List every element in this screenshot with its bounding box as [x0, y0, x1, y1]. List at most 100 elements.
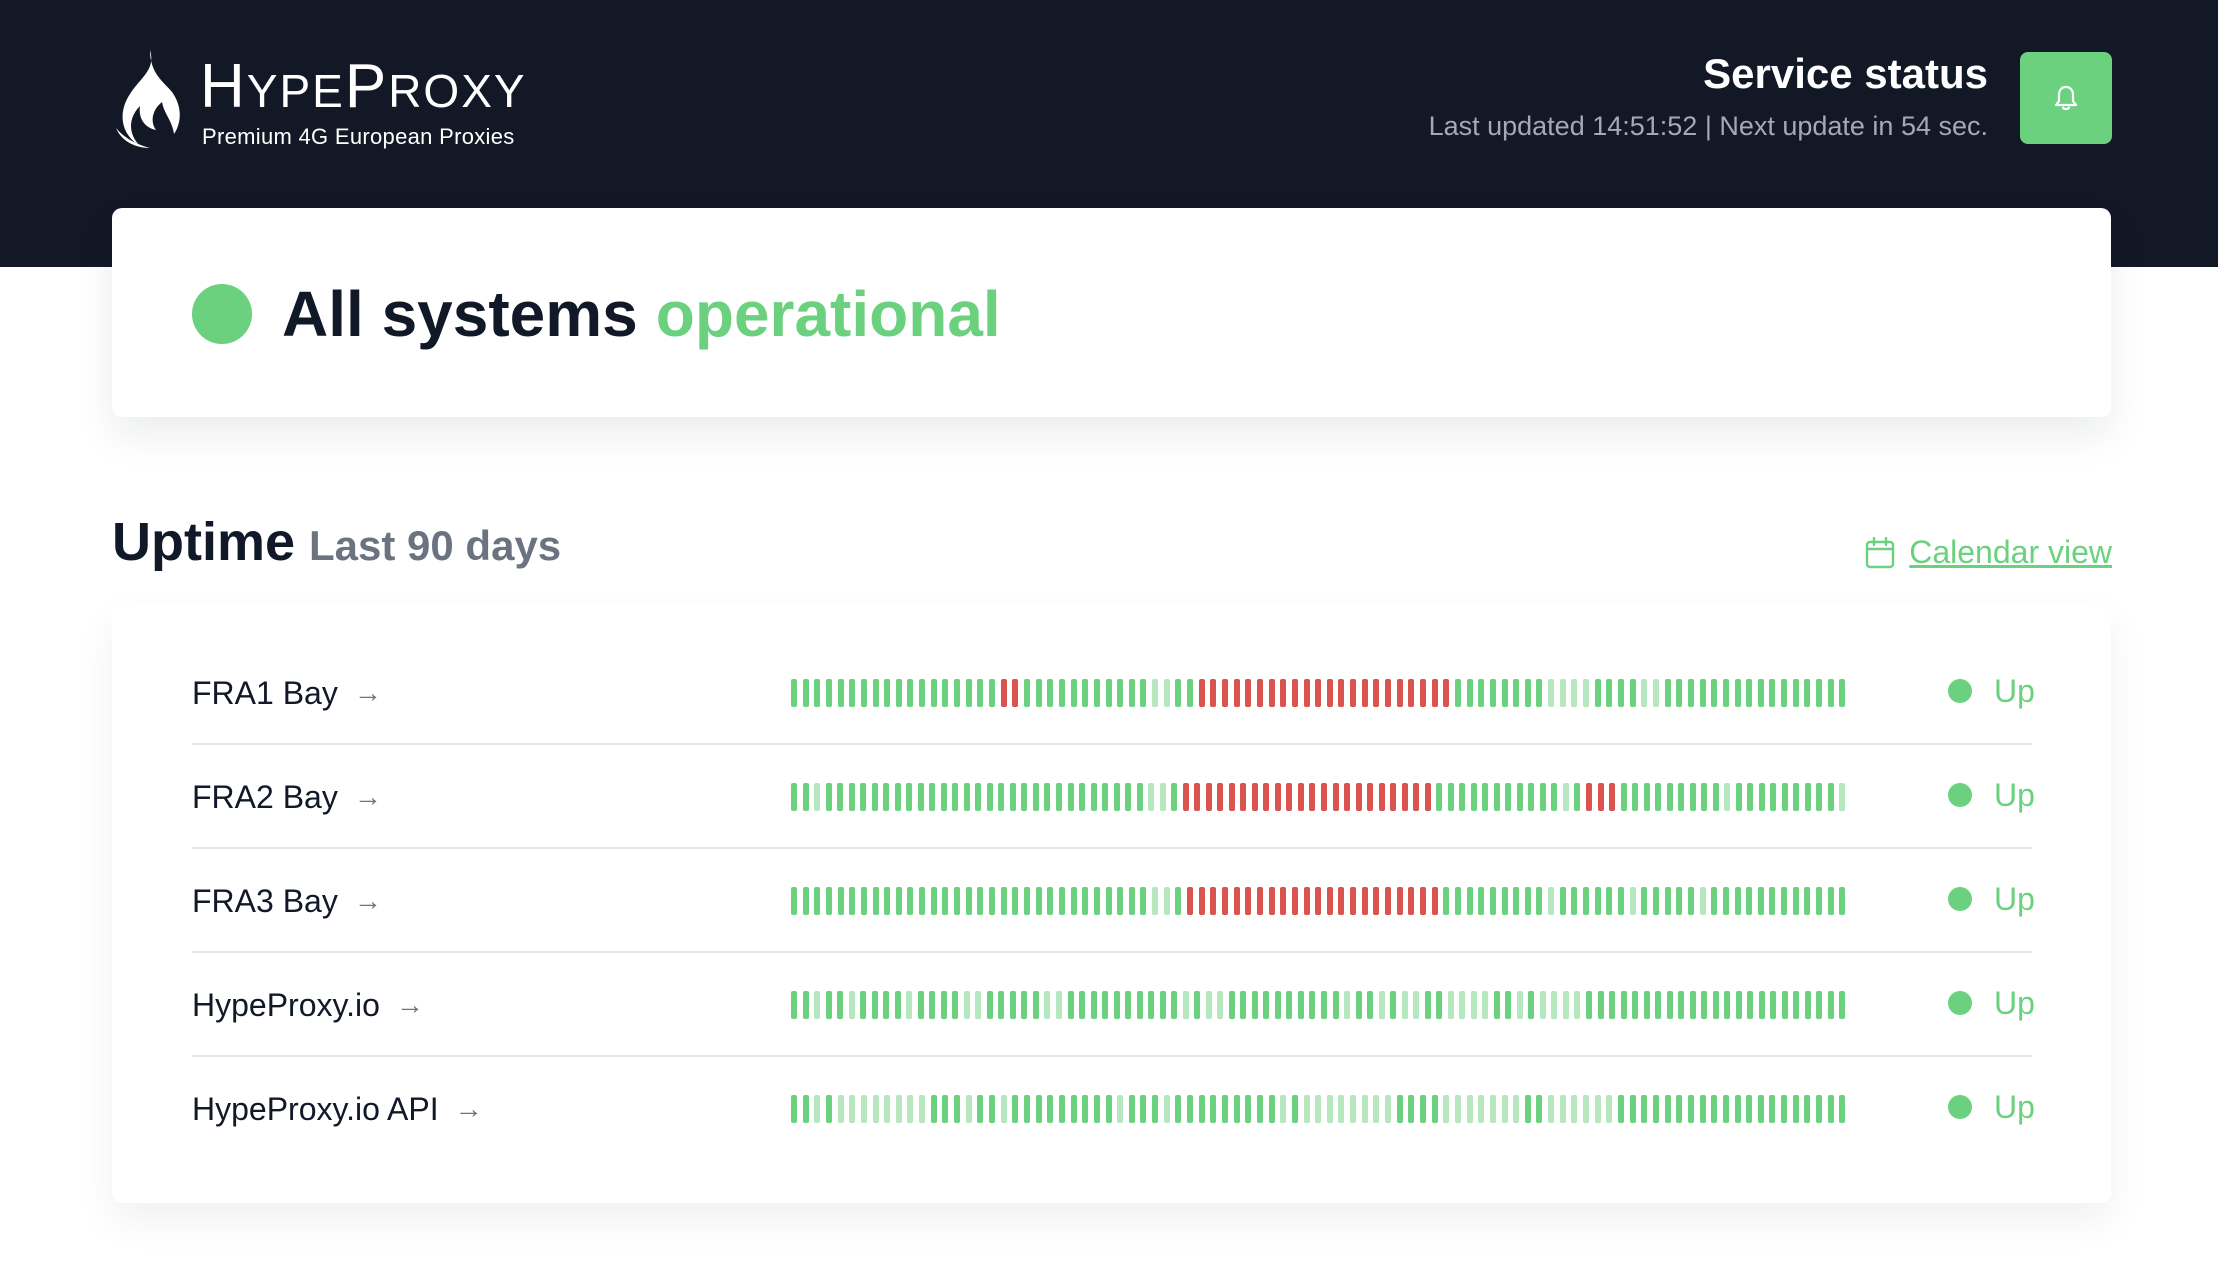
- day-bar-up[interactable]: [1093, 887, 1100, 915]
- day-bar-down[interactable]: [1268, 679, 1275, 707]
- day-bar-down[interactable]: [1385, 679, 1392, 707]
- day-bar-up[interactable]: [1804, 783, 1811, 811]
- day-bar-up[interactable]: [1454, 887, 1461, 915]
- day-bar-up[interactable]: [1746, 887, 1753, 915]
- day-bar-partial[interactable]: [1148, 783, 1155, 811]
- day-bar-up[interactable]: [1240, 991, 1247, 1019]
- day-bar-up[interactable]: [1493, 991, 1500, 1019]
- day-bar-down[interactable]: [1338, 887, 1345, 915]
- day-bar-down[interactable]: [1182, 783, 1189, 811]
- day-bar-up[interactable]: [1113, 991, 1120, 1019]
- day-bar-up[interactable]: [1687, 887, 1694, 915]
- day-bar-up[interactable]: [1367, 991, 1374, 1019]
- day-bar-up[interactable]: [998, 783, 1005, 811]
- day-bar-up[interactable]: [860, 783, 867, 811]
- day-bar-up[interactable]: [1501, 679, 1508, 707]
- day-bar-up[interactable]: [825, 991, 832, 1019]
- day-bar-up[interactable]: [930, 887, 937, 915]
- day-bar-up[interactable]: [1583, 887, 1590, 915]
- day-bar-up[interactable]: [1641, 1095, 1648, 1123]
- day-bar-partial[interactable]: [1466, 1095, 1473, 1123]
- day-bar-up[interactable]: [1493, 783, 1500, 811]
- day-bar-up[interactable]: [1712, 783, 1719, 811]
- day-bar-down[interactable]: [1210, 887, 1217, 915]
- day-bar-up[interactable]: [1816, 991, 1823, 1019]
- day-bar-down[interactable]: [1385, 887, 1392, 915]
- day-bar-down[interactable]: [1210, 679, 1217, 707]
- service-link[interactable]: FRA3 Bay →: [192, 881, 382, 921]
- day-bar-down[interactable]: [1256, 887, 1263, 915]
- day-bar-up[interactable]: [1701, 991, 1708, 1019]
- day-bar-up[interactable]: [1839, 1095, 1846, 1123]
- day-bar-up[interactable]: [1711, 887, 1718, 915]
- day-bar-up[interactable]: [1148, 991, 1155, 1019]
- day-bar-up[interactable]: [1781, 887, 1788, 915]
- day-bar-partial[interactable]: [1373, 1095, 1380, 1123]
- day-bar-up[interactable]: [1722, 1095, 1729, 1123]
- day-bar-down[interactable]: [1297, 783, 1304, 811]
- day-bar-down[interactable]: [1309, 783, 1316, 811]
- day-bar-partial[interactable]: [872, 1095, 879, 1123]
- day-bar-up[interactable]: [825, 887, 832, 915]
- day-bar-down[interactable]: [1217, 783, 1224, 811]
- day-bar-partial[interactable]: [1344, 991, 1351, 1019]
- day-bar-up[interactable]: [1067, 783, 1074, 811]
- day-bar-up[interactable]: [1501, 887, 1508, 915]
- day-bar-up[interactable]: [1505, 783, 1512, 811]
- day-bar-up[interactable]: [1194, 991, 1201, 1019]
- day-bar-up[interactable]: [1478, 887, 1485, 915]
- day-bar-up[interactable]: [1606, 887, 1613, 915]
- day-bar-up[interactable]: [1678, 783, 1685, 811]
- day-bar-down[interactable]: [1280, 679, 1287, 707]
- day-bar-up[interactable]: [1643, 783, 1650, 811]
- day-bar-up[interactable]: [1734, 1095, 1741, 1123]
- day-bar-up[interactable]: [1699, 679, 1706, 707]
- day-bar-up[interactable]: [1093, 679, 1100, 707]
- day-bar-up[interactable]: [1735, 991, 1742, 1019]
- subscribe-button[interactable]: [2020, 52, 2112, 144]
- day-bar-up[interactable]: [1804, 887, 1811, 915]
- day-bar-up[interactable]: [1489, 887, 1496, 915]
- day-bar-up[interactable]: [1735, 783, 1742, 811]
- day-bar-up[interactable]: [1408, 1095, 1415, 1123]
- day-bar-down[interactable]: [1597, 783, 1604, 811]
- day-bar-up[interactable]: [1171, 783, 1178, 811]
- day-bar-up[interactable]: [919, 679, 926, 707]
- day-bar-down[interactable]: [1315, 679, 1322, 707]
- day-bar-partial[interactable]: [1629, 887, 1636, 915]
- day-bar-down[interactable]: [1194, 783, 1201, 811]
- day-bar-up[interactable]: [1420, 1095, 1426, 1123]
- day-bar-up[interactable]: [1757, 1095, 1764, 1123]
- day-bar-partial[interactable]: [1117, 1095, 1124, 1123]
- day-bar-up[interactable]: [1505, 991, 1512, 1019]
- day-bar-up[interactable]: [860, 887, 867, 915]
- day-bar-up[interactable]: [802, 887, 809, 915]
- day-bar-partial[interactable]: [1652, 679, 1659, 707]
- day-bar-partial[interactable]: [965, 1095, 972, 1123]
- day-bar-up[interactable]: [1309, 991, 1316, 1019]
- day-bar-up[interactable]: [1666, 783, 1673, 811]
- day-bar-partial[interactable]: [1501, 1095, 1508, 1123]
- day-bar-up[interactable]: [1524, 1095, 1531, 1123]
- day-bar-partial[interactable]: [1000, 1095, 1007, 1123]
- day-bar-up[interactable]: [975, 783, 982, 811]
- day-bar-partial[interactable]: [1152, 887, 1159, 915]
- day-bar-partial[interactable]: [1443, 1095, 1450, 1123]
- day-bar-partial[interactable]: [1447, 991, 1454, 1019]
- day-bar-up[interactable]: [1079, 991, 1086, 1019]
- day-bar-up[interactable]: [1724, 991, 1731, 1019]
- day-bar-up[interactable]: [1641, 887, 1648, 915]
- service-link[interactable]: HypeProxy.io →: [192, 985, 424, 1025]
- day-bar-partial[interactable]: [1163, 887, 1170, 915]
- day-bar-partial[interactable]: [1724, 783, 1731, 811]
- day-bar-up[interactable]: [1664, 1095, 1671, 1123]
- day-bar-partial[interactable]: [814, 1095, 821, 1123]
- day-bar-up[interactable]: [1757, 887, 1764, 915]
- day-bar-up[interactable]: [802, 783, 809, 811]
- day-bar-up[interactable]: [1023, 679, 1030, 707]
- day-bar-up[interactable]: [884, 679, 891, 707]
- day-bar-up[interactable]: [1666, 991, 1673, 1019]
- day-bar-partial[interactable]: [1470, 991, 1477, 1019]
- day-bar-up[interactable]: [1268, 1095, 1275, 1123]
- day-bar-partial[interactable]: [1489, 1095, 1496, 1123]
